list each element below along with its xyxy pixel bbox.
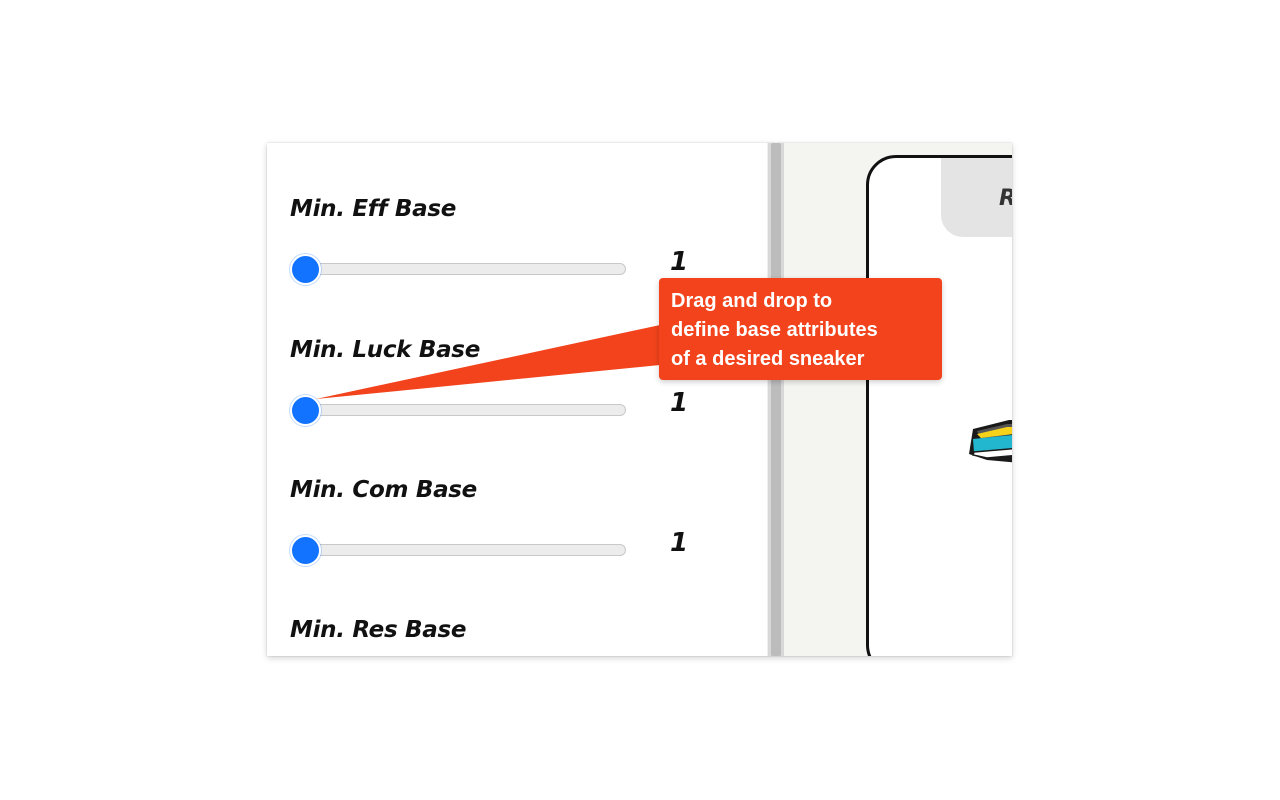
slider-thumb[interactable] [290, 395, 321, 426]
slider-track[interactable] [300, 544, 626, 556]
filter-label: Min. Com Base [290, 477, 477, 503]
scrollbar-thumb[interactable] [771, 143, 781, 656]
scrollbar[interactable] [767, 143, 784, 656]
filter-com-base: Min. Com Base 1 [290, 477, 730, 617]
filter-res-base: Min. Res Base [290, 617, 730, 656]
luck-base-slider[interactable] [290, 395, 626, 426]
app-window: Min. Eff Base 1 Min. Luck Base 1 Min. Co… [267, 143, 1012, 656]
sneaker-image [969, 420, 1012, 463]
onboarding-tooltip: Drag and drop to define base attributes … [659, 278, 942, 380]
tooltip-line: of a desired sneaker [671, 348, 865, 370]
slider-thumb[interactable] [290, 535, 321, 566]
slider-track[interactable] [300, 404, 626, 416]
filter-panel: Min. Eff Base 1 Min. Luck Base 1 Min. Co… [267, 143, 767, 656]
sneaker-preview-pane: R [784, 143, 1012, 656]
card-tab: R [941, 158, 1012, 237]
card-tab-text: R [999, 186, 1012, 211]
sneaker-card[interactable]: R [866, 155, 1012, 656]
filter-label: Min. Eff Base [290, 196, 457, 222]
slider-value: 1 [670, 247, 689, 277]
filter-label: Min. Res Base [290, 617, 467, 643]
slider-track[interactable] [300, 263, 626, 275]
tooltip-line: define base attributes [671, 319, 878, 341]
eff-base-slider[interactable] [290, 254, 626, 285]
slider-value: 1 [670, 528, 689, 558]
slider-thumb[interactable] [290, 254, 321, 285]
tooltip-line: Drag and drop to [671, 290, 833, 312]
com-base-slider[interactable] [290, 535, 626, 566]
filter-label: Min. Luck Base [290, 337, 480, 363]
slider-value: 1 [670, 388, 689, 418]
